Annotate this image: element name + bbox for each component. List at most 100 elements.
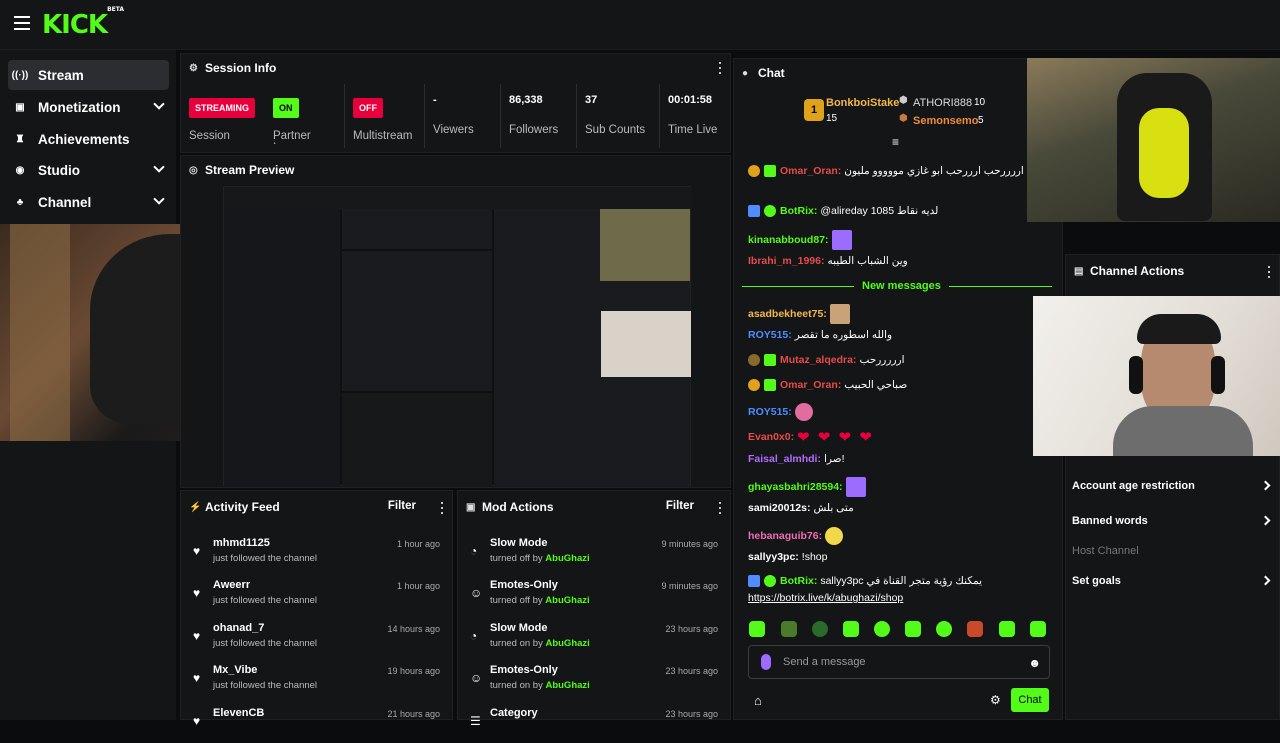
stat-value: 00:01:58 [668, 94, 713, 106]
emote-icon[interactable] [936, 621, 952, 637]
moderator-name[interactable]: AbuGhazi [545, 680, 589, 691]
list-item: ♥ Aweerr just followed the channel 1 hou… [181, 573, 452, 615]
activity-time: 21 hours ago [387, 709, 440, 719]
emote-icon[interactable] [905, 621, 921, 637]
stat-label: Partner Income [273, 130, 311, 144]
top-bar [0, 0, 1280, 50]
emote-icon[interactable] [781, 621, 797, 637]
chat-username[interactable]: Omar_Oran: [780, 165, 841, 177]
more-icon[interactable] [440, 502, 444, 514]
leader-name[interactable]: BonkboiStake [826, 97, 899, 109]
sidebar-item-label: Achievements [38, 131, 130, 147]
action-label: Host Channel [1072, 545, 1139, 557]
emote-icon[interactable] [843, 621, 859, 637]
more-icon[interactable] [718, 62, 722, 74]
account-age-restriction-item[interactable]: Account age restriction [1072, 480, 1277, 492]
list-item: ◔ Slow Mode turned off by AbuGhazi 9 min… [458, 531, 730, 573]
emote-icon[interactable] [812, 621, 828, 637]
chat-username[interactable]: BotRix: [780, 205, 817, 217]
more-icon[interactable] [718, 502, 722, 514]
rank-badge: 1 [804, 99, 824, 121]
sidebar-item-monetization[interactable]: ▣ Monetization [8, 92, 169, 122]
emote-icon[interactable] [999, 621, 1015, 637]
moderator-name[interactable]: AbuGhazi [545, 553, 589, 564]
panel-header: ● Chat [734, 59, 1062, 87]
leader-name[interactable]: ATHORI888 [913, 97, 972, 109]
chat-username[interactable]: ROY515: [748, 329, 792, 341]
chat-username[interactable]: Faisal_almhdi: [748, 453, 821, 465]
chat-text: @alireday 1085 لديه نقاط [820, 205, 939, 217]
sidebar-item-stream[interactable]: ((·)) Stream [8, 60, 169, 90]
follower-name[interactable]: Mx_Vibe [213, 664, 257, 676]
filter-button[interactable]: Filter [388, 500, 416, 512]
session-info-panel: ⚙ Session Info STREAMING Session ON Partn… [180, 53, 731, 153]
banned-words-item[interactable]: Banned words [1072, 515, 1277, 527]
expand-icon[interactable]: ≡ [892, 135, 899, 149]
chat-message: Mutaz_alqedra: ارررررحب [748, 354, 905, 366]
chat-username[interactable]: ROY515: [748, 406, 792, 418]
chat-username[interactable]: sallyy3pc: [748, 551, 799, 563]
bolt-icon: ⚡ [189, 502, 202, 513]
gear-icon[interactable]: ⚙ [990, 693, 1001, 707]
chat-username[interactable]: asadbekheet75: [748, 308, 827, 320]
chat-message: ROY515: والله اسطوره ما تقصر [748, 329, 892, 341]
chat-username[interactable]: ghayasbahri28594: [748, 481, 843, 493]
chat-message: sallyy3pc: !shop [748, 551, 827, 563]
chat-username[interactable]: hebanaguib76: [748, 530, 822, 542]
sidebar-item-label: Stream [38, 67, 84, 83]
time-stat: 00:01:58 Time Live [660, 84, 730, 148]
chat-username[interactable]: Evan0x0: [748, 431, 794, 443]
shop-link[interactable]: https://botrix.live/k/abughazi/shop [748, 592, 903, 604]
sidebar-item-channel[interactable]: ♣ Channel [8, 187, 169, 217]
preview-stream [342, 251, 492, 391]
background-wall [10, 224, 70, 441]
follower-name[interactable]: ohanad_7 [213, 622, 264, 634]
emote-icon[interactable] [749, 621, 765, 637]
hair [1137, 314, 1221, 344]
chat-username[interactable]: kinanabboud87: [748, 234, 829, 246]
emote-icon[interactable] [874, 621, 890, 637]
moderator-name[interactable]: AbuGhazi [545, 595, 589, 606]
activity-desc: just followed the channel [213, 553, 318, 564]
leader-count: 5 [978, 115, 984, 126]
emote-icon: ☺ [470, 671, 483, 685]
mod-action-desc: turned on by AbuGhazi [490, 638, 590, 649]
sidebar-item-studio[interactable]: ◉ Studio [8, 155, 169, 185]
more-icon[interactable] [1267, 266, 1271, 278]
store-icon[interactable]: ⌂ [754, 693, 762, 708]
emoji-icon[interactable]: ☻ [1028, 656, 1041, 670]
chat-input[interactable]: Send a message ☻ [748, 645, 1050, 679]
follower-name[interactable]: mhmd1125 [213, 537, 270, 549]
stat-value: 37 [585, 94, 598, 106]
filter-button[interactable]: Filter [666, 500, 694, 512]
streaming-badge: STREAMING [189, 98, 255, 118]
mic-icon[interactable] [761, 654, 771, 670]
emote-icon[interactable] [967, 621, 983, 637]
studio-icon: ◉ [15, 164, 25, 176]
emote-icon[interactable] [1030, 621, 1046, 637]
follower-name[interactable]: ElevenCB [213, 707, 264, 719]
moderator-name[interactable]: AbuGhazi [545, 638, 589, 649]
send-chat-button[interactable]: Chat [1011, 688, 1049, 712]
set-goals-item[interactable]: Set goals [1072, 575, 1277, 587]
chat-username[interactable]: Omar_Oran: [780, 379, 841, 391]
chat-username[interactable]: BotRix: [780, 575, 817, 587]
heart-icon: ♥ [193, 629, 201, 643]
rank-icon [748, 379, 760, 391]
emote-icon [829, 304, 850, 324]
chat-text: اررررحب ارررحب ابو غازي مووووو مليون [844, 165, 1024, 177]
heart-icon: ♥ [193, 714, 201, 728]
chat-message: Ibrahi_m_1996: وين الشباب الطيبه [748, 255, 908, 267]
host-channel-item: Host Channel [1072, 545, 1277, 557]
preview-video [223, 186, 692, 487]
chat-username[interactable]: Mutaz_alqedra: [780, 354, 856, 366]
sidebar-item-achievements[interactable]: ♜ Achievements [8, 124, 169, 154]
kick-logo[interactable]: KICKBETA [42, 6, 124, 40]
panel-title: Channel Actions [1090, 264, 1185, 278]
headphones-icon [1211, 356, 1225, 394]
follower-name[interactable]: Aweerr [213, 579, 250, 591]
chat-username[interactable]: sami20012s: [748, 502, 810, 514]
chat-username[interactable]: Ibrahi_m_1996: [748, 255, 824, 267]
leader-name[interactable]: Semonsemo [913, 115, 978, 127]
menu-icon[interactable] [14, 16, 30, 30]
